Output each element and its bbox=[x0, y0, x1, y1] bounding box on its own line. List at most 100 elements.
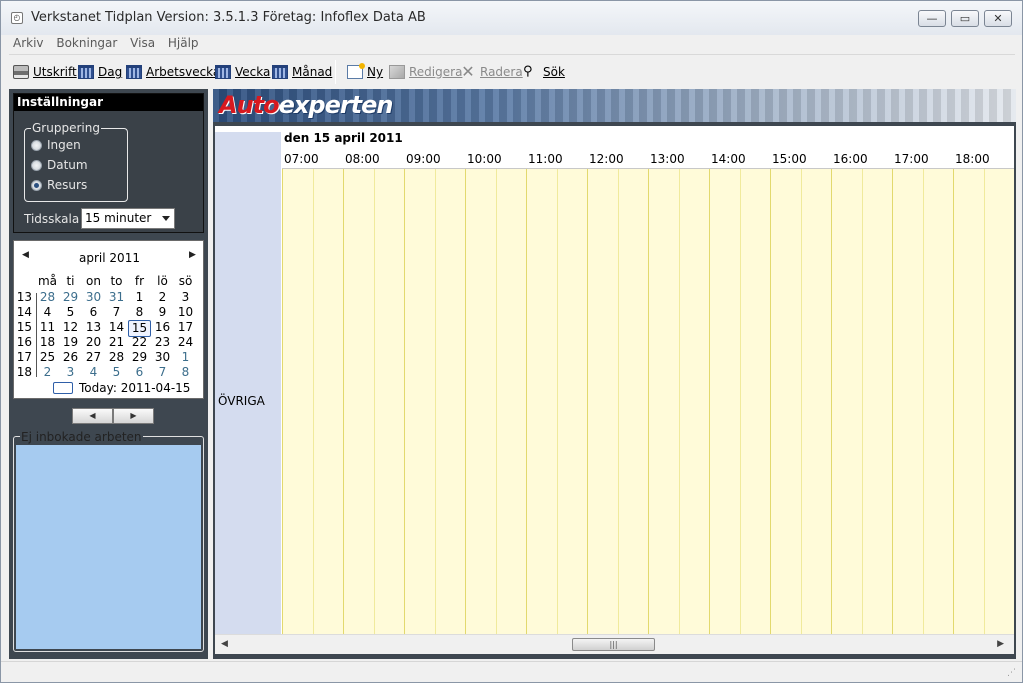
calendar-day[interactable]: 2 bbox=[151, 290, 174, 305]
calendar-day[interactable]: 30 bbox=[82, 290, 105, 305]
menu-hjalp[interactable]: Hjälp bbox=[164, 35, 203, 50]
radio-label: Ingen bbox=[47, 138, 81, 152]
app-icon[interactable]: ◴ bbox=[11, 12, 23, 24]
resource-label[interactable]: ÖVRIGA bbox=[218, 394, 265, 408]
menu-bar: Arkiv Bokningar Visa Hjälp bbox=[9, 35, 1015, 55]
timescale-select[interactable]: 15 minuter bbox=[81, 208, 175, 229]
calendar-day[interactable]: 10 bbox=[174, 305, 197, 320]
calendar-day[interactable]: 2 bbox=[36, 365, 59, 380]
calendar-day[interactable]: 22 bbox=[128, 335, 151, 350]
weekday-label: lö bbox=[157, 274, 168, 288]
calendar-day-icon bbox=[78, 65, 94, 79]
delete-button[interactable]: ✕ Radera bbox=[460, 62, 522, 82]
calendar-day[interactable]: 18 bbox=[36, 335, 59, 350]
menu-bokningar[interactable]: Bokningar bbox=[52, 35, 121, 50]
unbooked-jobs-legend: Ej inbokade arbeten bbox=[20, 430, 143, 444]
close-button[interactable]: ✕ bbox=[984, 10, 1012, 27]
calendar-day[interactable]: 12 bbox=[59, 320, 82, 335]
week-view-button[interactable]: Vecka bbox=[215, 62, 270, 82]
calendar-day[interactable]: 31 bbox=[105, 290, 128, 305]
calendar-day[interactable]: 17 bbox=[174, 320, 197, 335]
grid-line bbox=[404, 169, 405, 634]
left-panel: Inställningar Gruppering Ingen Datum Res… bbox=[9, 89, 208, 659]
calendar-week-row: 14 4 5 6 7 8 9 10 bbox=[14, 305, 205, 320]
mini-calendar: ◀ april 2011 ▶ må ti on to fr lö sö 13 28… bbox=[13, 240, 204, 399]
resize-grip-icon[interactable]: ⋰ bbox=[1007, 668, 1016, 678]
calendar-day[interactable]: 30 bbox=[151, 350, 174, 365]
calendar-day[interactable]: 27 bbox=[82, 350, 105, 365]
calendar-day[interactable]: 1 bbox=[128, 290, 151, 305]
grid-line bbox=[831, 169, 832, 634]
calendar-day[interactable]: 8 bbox=[174, 365, 197, 380]
search-button[interactable]: ⚲ Sök bbox=[523, 62, 565, 82]
calendar-day[interactable]: 23 bbox=[151, 335, 174, 350]
pager-prev-button[interactable]: ◀ bbox=[72, 408, 113, 424]
calendar-day[interactable]: 9 bbox=[151, 305, 174, 320]
calendar-day[interactable]: 25 bbox=[36, 350, 59, 365]
calendar-week-row: 18 2 3 4 5 6 7 8 bbox=[14, 365, 205, 380]
calendar-today-button[interactable]: Today: 2011-04-15 bbox=[53, 381, 190, 395]
hour-label: 08:00 bbox=[345, 152, 380, 166]
day-view-button[interactable]: Dag bbox=[78, 62, 122, 82]
pager-next-button[interactable]: ▶ bbox=[113, 408, 154, 424]
horizontal-scrollbar[interactable]: ◀ ||| ▶ bbox=[215, 634, 1014, 654]
menu-visa[interactable]: Visa bbox=[126, 35, 159, 50]
calendar-day[interactable]: 7 bbox=[105, 305, 128, 320]
calendar-day[interactable]: 29 bbox=[128, 350, 151, 365]
calendar-day[interactable]: 7 bbox=[151, 365, 174, 380]
grouping-radio-ingen[interactable]: Ingen bbox=[31, 137, 81, 153]
calendar-day[interactable]: 14 bbox=[105, 320, 128, 335]
calendar-day[interactable]: 29 bbox=[59, 290, 82, 305]
calendar-day[interactable]: 6 bbox=[128, 365, 151, 380]
menu-arkiv[interactable]: Arkiv bbox=[9, 35, 48, 50]
calendar-day[interactable]: 20 bbox=[82, 335, 105, 350]
grouping-legend: Gruppering bbox=[31, 121, 101, 135]
calendar-day[interactable]: 16 bbox=[151, 320, 174, 335]
edit-button[interactable]: Redigera bbox=[389, 62, 462, 82]
calendar-day[interactable]: 5 bbox=[105, 365, 128, 380]
close-icon: ✕ bbox=[993, 12, 1003, 25]
unbooked-jobs-group: Ej inbokade arbeten bbox=[13, 430, 204, 652]
calendar-day[interactable]: 4 bbox=[82, 365, 105, 380]
calendar-day[interactable]: 4 bbox=[36, 305, 59, 320]
calendar-day[interactable]: 28 bbox=[36, 290, 59, 305]
grouping-radio-datum[interactable]: Datum bbox=[31, 157, 88, 173]
hour-label: 16:00 bbox=[833, 152, 868, 166]
calendar-day[interactable]: 11 bbox=[36, 320, 59, 335]
month-view-button[interactable]: Månad bbox=[272, 62, 332, 82]
title-bar[interactable]: ◴ Verkstanet Tidplan Version: 3.5.1.3 Fö… bbox=[1, 1, 1022, 35]
calendar-month-title: april 2011 bbox=[79, 251, 140, 265]
print-button[interactable]: Utskrift bbox=[13, 62, 77, 82]
calendar-day[interactable]: 5 bbox=[59, 305, 82, 320]
calendar-day[interactable]: 6 bbox=[82, 305, 105, 320]
calendar-day[interactable]: 3 bbox=[174, 290, 197, 305]
calendar-day[interactable]: 8 bbox=[128, 305, 151, 320]
grid-line bbox=[709, 169, 710, 634]
weekday-label: ti bbox=[66, 274, 75, 288]
scroll-right-button[interactable]: ▶ bbox=[997, 639, 1004, 649]
search-label: Sök bbox=[543, 65, 565, 79]
week-number: 14 bbox=[16, 305, 32, 319]
calendar-day[interactable]: 28 bbox=[105, 350, 128, 365]
minimize-button[interactable]: — bbox=[918, 10, 946, 27]
settings-header: Inställningar bbox=[14, 94, 203, 111]
new-button[interactable]: Ny bbox=[347, 62, 383, 82]
calendar-day[interactable]: 3 bbox=[59, 365, 82, 380]
maximize-button[interactable]: ▭ bbox=[951, 10, 979, 27]
calendar-day[interactable]: 19 bbox=[59, 335, 82, 350]
unbooked-jobs-list[interactable] bbox=[16, 445, 201, 649]
calendar-day[interactable]: 21 bbox=[105, 335, 128, 350]
binoculars-icon: ⚲ bbox=[523, 64, 533, 79]
time-grid[interactable] bbox=[282, 169, 1014, 634]
calendar-day[interactable]: 1 bbox=[174, 350, 197, 365]
calendar-next-month-button[interactable]: ▶ bbox=[189, 250, 196, 260]
calendar-day[interactable]: 24 bbox=[174, 335, 197, 350]
calendar-day[interactable]: 26 bbox=[59, 350, 82, 365]
scroll-left-button[interactable]: ◀ bbox=[221, 639, 228, 649]
calendar-day[interactable]: 13 bbox=[82, 320, 105, 335]
grouping-radio-resurs[interactable]: Resurs bbox=[31, 177, 87, 193]
grid-line bbox=[556, 169, 558, 634]
workweek-view-button[interactable]: Arbetsvecka bbox=[126, 62, 220, 82]
scroll-thumb[interactable]: ||| bbox=[572, 638, 655, 651]
grid-line bbox=[465, 169, 466, 634]
